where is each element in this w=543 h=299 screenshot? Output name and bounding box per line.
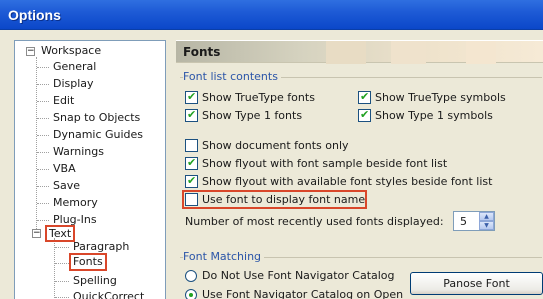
- panel-header: Fonts: [176, 40, 543, 64]
- spinner-value[interactable]: 5: [460, 215, 467, 228]
- window-title: Options: [8, 7, 61, 23]
- panose-font-matching-button[interactable]: Panose Font Matching...: [410, 272, 543, 299]
- collapse-icon[interactable]: −: [26, 47, 35, 56]
- checkbox-icon[interactable]: [185, 108, 198, 122]
- checkbox-label: Use font to display font name: [202, 193, 366, 206]
- options-tree[interactable]: − Workspace General Display Edit Snap to…: [14, 40, 166, 299]
- checkbox-icon[interactable]: [358, 108, 371, 122]
- group-title-font-list: Font list contents: [183, 70, 281, 83]
- checkbox-label: Show TrueType symbols: [375, 91, 506, 104]
- radio-label: Use Font Navigator Catalog on Open: [202, 288, 404, 299]
- checkbox-icon[interactable]: [185, 139, 198, 152]
- checkbox-label: Show TrueType fonts: [202, 91, 315, 104]
- collapse-icon[interactable]: −: [32, 229, 41, 238]
- recent-fonts-spinner[interactable]: 5 ▲ ▼: [453, 211, 495, 231]
- checkbox-icon[interactable]: [185, 193, 198, 206]
- title-bar[interactable]: Options: [0, 0, 543, 30]
- tree-item-workspace[interactable]: − Workspace: [21, 43, 161, 59]
- tree-item-text[interactable]: − Text: [31, 224, 76, 242]
- fonts-panel: Fonts Font list contents Show TrueType f…: [176, 40, 543, 299]
- spin-down-icon[interactable]: ▼: [479, 221, 494, 230]
- checkbox-label: Show document fonts only: [202, 139, 349, 152]
- checkbox-icon[interactable]: [185, 156, 198, 170]
- checkbox-label: Show flyout with available font styles b…: [202, 175, 493, 188]
- checkbox-icon[interactable]: [185, 174, 198, 188]
- radio-icon[interactable]: [185, 289, 197, 299]
- radio-label: Do Not Use Font Navigator Catalog: [202, 269, 395, 282]
- checkbox-label: Show Type 1 symbols: [375, 109, 493, 122]
- tree-item-label: Workspace: [41, 44, 102, 57]
- spin-up-icon[interactable]: ▲: [479, 212, 494, 221]
- group-title-font-matching: Font Matching: [183, 250, 265, 263]
- recent-fonts-label: Number of most recently used fonts displ…: [185, 215, 444, 228]
- checkbox-label: Show Type 1 fonts: [202, 109, 303, 122]
- checkbox-icon[interactable]: [185, 90, 198, 104]
- checkbox-icon[interactable]: [358, 90, 371, 104]
- checkbox-label: Show flyout with font sample beside font…: [202, 157, 448, 170]
- panel-title: Fonts: [183, 45, 221, 59]
- radio-icon[interactable]: [185, 270, 197, 282]
